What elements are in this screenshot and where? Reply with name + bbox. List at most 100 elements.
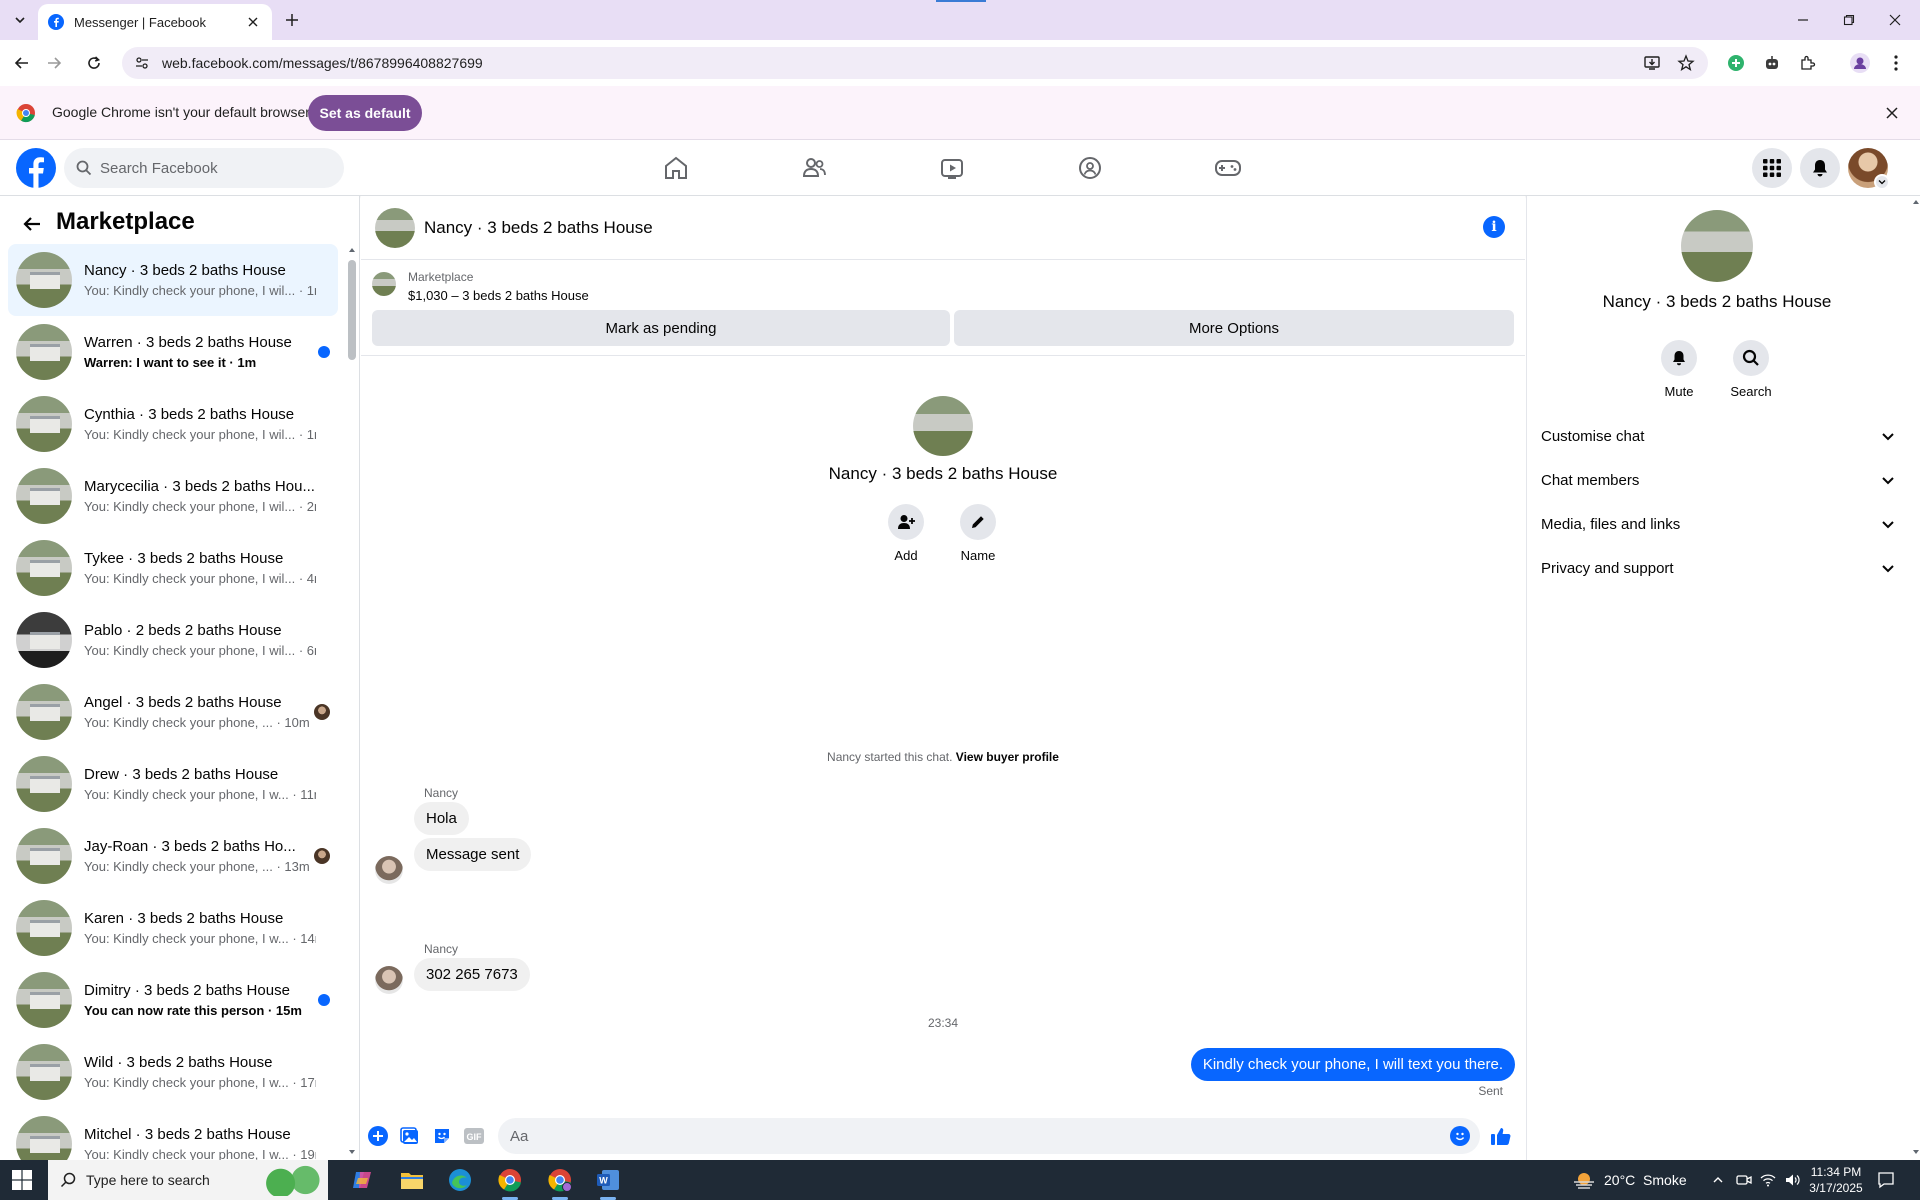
- tab-search-icon[interactable]: [8, 8, 32, 32]
- tray-chevron-up-icon[interactable]: [1710, 1172, 1726, 1188]
- profile-icon[interactable]: [1848, 51, 1872, 75]
- chrome-taskbar-icon[interactable]: [494, 1164, 526, 1200]
- notification-center-icon[interactable]: [1876, 1170, 1896, 1190]
- incoming-message[interactable]: Hola: [414, 802, 469, 835]
- restore-icon[interactable]: [1826, 0, 1872, 40]
- info-icon[interactable]: i: [1483, 216, 1505, 238]
- file-explorer-icon[interactable]: [396, 1164, 428, 1196]
- thumbs-up-icon[interactable]: [1489, 1124, 1513, 1148]
- browser-tab[interactable]: Messenger | Facebook: [38, 4, 272, 40]
- conversation-item[interactable]: Dimitry · 3 beds 2 baths House You can no…: [8, 964, 338, 1036]
- conversation-avatar[interactable]: [375, 208, 415, 248]
- gif-icon[interactable]: GIF: [462, 1124, 486, 1148]
- chrome-menu-icon[interactable]: [1884, 51, 1908, 75]
- taskbar-search-box[interactable]: Type here to search: [48, 1160, 328, 1200]
- message-input[interactable]: [510, 1127, 1410, 1145]
- chrome-profile-taskbar-icon[interactable]: [544, 1164, 576, 1200]
- close-window-icon[interactable]: [1872, 0, 1918, 40]
- network-icon[interactable]: [1760, 1172, 1776, 1188]
- tab-close-icon[interactable]: [244, 13, 262, 31]
- word-icon[interactable]: W: [592, 1164, 624, 1200]
- mute-button[interactable]: Mute: [1649, 340, 1709, 399]
- search-label: Search: [1730, 384, 1772, 399]
- gaming-icon[interactable]: [1212, 152, 1244, 184]
- details-avatar: [1681, 210, 1753, 282]
- account-chevron-icon[interactable]: [1874, 174, 1890, 190]
- address-bar[interactable]: web.facebook.com/messages/t/867899640882…: [122, 47, 1708, 79]
- add-person-icon: [888, 504, 924, 540]
- add-person-button[interactable]: Add: [876, 504, 936, 563]
- extension-plus-icon[interactable]: [1724, 51, 1748, 75]
- edge-icon[interactable]: [444, 1164, 476, 1196]
- view-buyer-profile-link[interactable]: View buyer profile: [956, 750, 1059, 764]
- facebook-search-input[interactable]: Search Facebook: [64, 148, 344, 188]
- started-text: Nancy started this chat.: [827, 750, 953, 764]
- forward-icon[interactable]: [42, 51, 66, 75]
- reload-icon[interactable]: [82, 51, 106, 75]
- back-arrow-icon[interactable]: [18, 210, 46, 238]
- friends-icon[interactable]: [798, 152, 830, 184]
- new-tab-icon[interactable]: [280, 8, 304, 32]
- conversation-item[interactable]: Warren · 3 beds 2 baths House Warren: I w…: [8, 316, 338, 388]
- mark-as-pending-button[interactable]: Mark as pending: [372, 310, 950, 346]
- install-app-icon[interactable]: [1640, 51, 1664, 75]
- attach-photo-icon[interactable]: [398, 1124, 422, 1148]
- minimize-icon[interactable]: [1780, 0, 1826, 40]
- site-settings-icon[interactable]: [134, 55, 150, 71]
- conversation-item[interactable]: Tykee · 3 beds 2 baths House You: Kindly …: [8, 532, 338, 604]
- incoming-message[interactable]: 302 265 7673: [414, 958, 530, 991]
- conversation-item[interactable]: Wild · 3 beds 2 baths House You: Kindly c…: [8, 1036, 338, 1108]
- bookmark-star-icon[interactable]: [1674, 51, 1698, 75]
- chevron-down-icon: [1881, 473, 1895, 487]
- page-scrollbar[interactable]: [1911, 196, 1920, 1160]
- chat-members-section[interactable]: Chat members: [1541, 462, 1895, 498]
- incoming-message[interactable]: Message sent: [414, 838, 532, 871]
- taskbar-clock[interactable]: 11:34 PM 3/17/2025: [1806, 1164, 1866, 1196]
- home-icon[interactable]: [660, 152, 692, 184]
- conversation-item[interactable]: Karen · 3 beds 2 baths House You: Kindly …: [8, 892, 338, 964]
- search-in-chat-button[interactable]: Search: [1721, 340, 1781, 399]
- conversation-item[interactable]: Angel · 3 beds 2 baths House You: Kindly …: [8, 676, 338, 748]
- menu-grid-icon[interactable]: [1752, 148, 1792, 188]
- conversation-item[interactable]: Nancy · 3 beds 2 baths House You: Kindly …: [8, 244, 338, 316]
- conversation-item[interactable]: Drew · 3 beds 2 baths House You: Kindly c…: [8, 748, 338, 820]
- windows-start-icon[interactable]: [12, 1170, 32, 1190]
- emoji-icon[interactable]: [1450, 1126, 1470, 1146]
- back-icon[interactable]: [10, 51, 34, 75]
- privacy-support-section[interactable]: Privacy and support: [1541, 550, 1895, 586]
- scrollbar-thumb[interactable]: [348, 260, 356, 360]
- search-icon: [1733, 340, 1769, 376]
- sticker-icon[interactable]: [430, 1124, 454, 1148]
- outgoing-message[interactable]: Kindly check your phone, I will text you…: [1190, 1048, 1515, 1081]
- conversation-name: Angel · 3 beds 2 baths House: [84, 694, 282, 711]
- weather-widget[interactable]: 20°C Smoke: [1572, 1160, 1687, 1200]
- meet-now-icon[interactable]: [1736, 1172, 1752, 1188]
- facebook-logo-icon[interactable]: [16, 148, 56, 188]
- conversation-item[interactable]: Pablo · 2 beds 2 baths House You: Kindly …: [8, 604, 338, 676]
- chat-list-scrollbar[interactable]: [348, 244, 356, 1160]
- conversation-item[interactable]: Mitchel · 3 beds 2 baths House You: Kindl…: [8, 1108, 338, 1160]
- more-options-button[interactable]: More Options: [954, 310, 1514, 346]
- extensions-puzzle-icon[interactable]: [1796, 51, 1820, 75]
- sender-avatar[interactable]: [375, 856, 403, 884]
- edit-name-button[interactable]: Name: [948, 504, 1008, 563]
- media-files-links-section[interactable]: Media, files and links: [1541, 506, 1895, 542]
- conversation-item[interactable]: Marycecilia · 3 beds 2 baths Hou... You: …: [8, 460, 338, 532]
- conversation-item[interactable]: Cynthia · 3 beds 2 baths House You: Kindl…: [8, 388, 338, 460]
- customise-chat-section[interactable]: Customise chat: [1541, 418, 1895, 454]
- listing-thumbnail[interactable]: [372, 272, 396, 296]
- more-actions-plus-icon[interactable]: [366, 1124, 390, 1148]
- listing-price[interactable]: $1,030 – 3 beds 2 baths House: [408, 288, 589, 303]
- message-input-box[interactable]: [498, 1118, 1480, 1154]
- conversation-title[interactable]: Nancy · 3 beds 2 baths House: [424, 218, 653, 238]
- infobar-close-icon[interactable]: [1882, 103, 1902, 123]
- groups-icon[interactable]: [1074, 152, 1106, 184]
- extension-bot-icon[interactable]: [1760, 51, 1784, 75]
- video-icon[interactable]: [936, 152, 968, 184]
- copilot-icon[interactable]: [346, 1164, 378, 1196]
- conversation-item[interactable]: Jay-Roan · 3 beds 2 baths Ho... You: Kind…: [8, 820, 338, 892]
- sender-avatar[interactable]: [375, 966, 403, 994]
- volume-icon[interactable]: [1784, 1172, 1800, 1188]
- set-as-default-button[interactable]: Set as default: [308, 95, 422, 131]
- notifications-bell-icon[interactable]: [1800, 148, 1840, 188]
